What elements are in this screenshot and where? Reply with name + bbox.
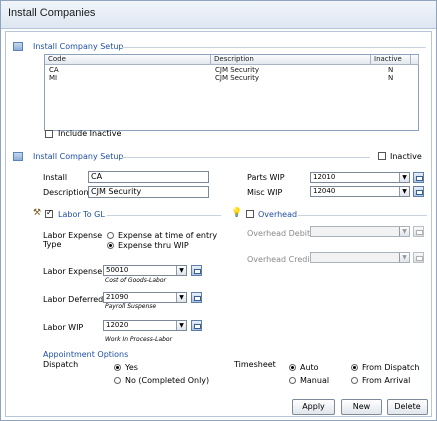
- inactive-checkbox[interactable]: [378, 152, 386, 160]
- overhead-title: Overhead: [258, 210, 298, 219]
- grid-cell-code[interactable]: CA: [49, 66, 59, 74]
- inactive-label: Inactive: [390, 152, 422, 161]
- labor-expense-type-label: Labor Expense: [43, 231, 103, 240]
- labor-to-gl-checkbox[interactable]: [45, 208, 53, 218]
- labor-wip-select[interactable]: 12020 ▼: [103, 320, 187, 331]
- labor-deferred-label: Labor Deferred: [43, 295, 104, 304]
- labor-expense-value: 50010: [106, 266, 129, 274]
- labor-to-gl-title: Labor To GL: [58, 210, 105, 219]
- overhead-debit-label: Overhead Debit: [247, 229, 311, 238]
- timesheet-from-arrival-label: From Arrival: [362, 376, 411, 385]
- dropdown-arrow-icon[interactable]: ▼: [399, 227, 409, 236]
- dropdown-arrow-icon[interactable]: ▼: [176, 293, 186, 302]
- install-label: Install: [43, 173, 68, 182]
- labor-expense-select[interactable]: 50010 ▼: [103, 265, 187, 276]
- labor-deferred-description: Payroll Suspense: [105, 303, 157, 310]
- labor-wip-value: 12020: [106, 321, 129, 329]
- labor-deferred-select[interactable]: 21090 ▼: [103, 292, 187, 303]
- lookup-icon[interactable]: [413, 186, 424, 197]
- labor-wip-description: Work In Process-Labor: [105, 336, 173, 343]
- column-header-code[interactable]: Code: [45, 55, 211, 65]
- dropdown-arrow-icon[interactable]: ▼: [399, 253, 409, 262]
- description-label: Description: [43, 188, 89, 197]
- include-inactive-label: Include Inactive: [58, 129, 122, 138]
- expense-thru-wip-radio[interactable]: [107, 242, 114, 249]
- lookup-icon[interactable]: [413, 252, 424, 263]
- overhead-divider: [298, 215, 427, 216]
- overhead-credit-select[interactable]: ▼: [310, 252, 410, 263]
- description-field[interactable]: CJM Security: [88, 186, 209, 198]
- grid-cell-inactive[interactable]: N: [388, 74, 393, 82]
- lookup-icon[interactable]: [191, 292, 202, 303]
- setup-section-divider: [122, 157, 370, 158]
- window-title: Install Companies: [8, 7, 96, 19]
- parts-wip-select[interactable]: 12010 ▼: [310, 172, 410, 183]
- lookup-icon[interactable]: [191, 265, 202, 276]
- install-companies-grid[interactable]: Code Description Inactive CA CJM Securit…: [44, 54, 419, 131]
- labor-expense-label: Labor Expense: [43, 267, 103, 276]
- grid-section-title: Install Company Setup: [33, 42, 124, 51]
- expense-thru-wip-label: Expense thru WIP: [118, 241, 189, 250]
- dropdown-arrow-icon[interactable]: ▼: [399, 173, 409, 182]
- dispatch-no-label: No (Completed Only): [125, 376, 210, 385]
- delete-button[interactable]: Delete: [387, 399, 428, 415]
- expense-at-entry-radio[interactable]: [107, 232, 114, 239]
- appointment-options-title: Appointment Options: [43, 350, 129, 359]
- column-header-description[interactable]: Description: [211, 55, 371, 65]
- dropdown-arrow-icon[interactable]: ▼: [176, 266, 186, 275]
- overhead-checkbox[interactable]: [246, 210, 254, 218]
- labor-expense-type-label-2: Type: [43, 240, 62, 249]
- timesheet-from-dispatch-label: From Dispatch: [362, 363, 420, 372]
- dispatch-label: Dispatch: [43, 360, 79, 369]
- grid-cell-description[interactable]: CJM Security: [215, 74, 259, 82]
- timesheet-manual-radio[interactable]: [289, 377, 296, 384]
- install-companies-window: Install Companies Install Company Setup …: [0, 0, 437, 421]
- grid-section-icon: [13, 42, 23, 51]
- labor-deferred-value: 21090: [106, 293, 129, 301]
- grid-section-divider: [122, 47, 426, 48]
- labor-expense-description: Cost of Goods-Labor: [105, 277, 166, 284]
- dispatch-no-radio[interactable]: [114, 377, 121, 384]
- grid-cell-code[interactable]: MI: [49, 74, 57, 82]
- setup-section-icon: [13, 152, 23, 161]
- misc-wip-select[interactable]: 12040 ▼: [310, 186, 410, 197]
- timesheet-label: Timesheet: [234, 360, 276, 369]
- new-button[interactable]: New: [341, 399, 382, 415]
- lookup-icon[interactable]: [413, 226, 424, 237]
- labor-wip-label: Labor WIP: [43, 323, 84, 332]
- timesheet-from-arrival-radio[interactable]: [351, 377, 358, 384]
- timesheet-auto-radio[interactable]: [289, 364, 296, 371]
- install-field[interactable]: CA: [88, 171, 209, 183]
- timesheet-manual-label: Manual: [300, 376, 330, 385]
- lookup-icon[interactable]: [413, 172, 424, 183]
- title-bar: Install Companies: [1, 1, 436, 29]
- setup-section-title: Install Company Setup: [33, 152, 124, 161]
- timesheet-from-dispatch-radio[interactable]: [351, 364, 358, 371]
- lightbulb-icon: 💡: [231, 208, 243, 218]
- apply-button[interactable]: Apply: [292, 399, 335, 415]
- overhead-debit-select[interactable]: ▼: [310, 226, 410, 237]
- column-header-inactive[interactable]: Inactive: [371, 55, 411, 65]
- dispatch-yes-label: Yes: [125, 363, 138, 372]
- grid-cell-inactive[interactable]: N: [388, 66, 393, 74]
- parts-wip-label: Parts WIP: [247, 173, 285, 182]
- grid-cell-description[interactable]: CJM Security: [215, 66, 259, 74]
- column-header-filler: [411, 55, 419, 65]
- misc-wip-value: 12040: [313, 187, 336, 195]
- lookup-icon[interactable]: [191, 320, 202, 331]
- parts-wip-value: 12010: [313, 173, 336, 181]
- form-body: Install Company Setup Code Description I…: [5, 31, 432, 417]
- timesheet-auto-label: Auto: [300, 363, 319, 372]
- labor-to-gl-divider: [107, 215, 221, 216]
- expense-at-entry-label: Expense at time of entry: [118, 231, 218, 240]
- dispatch-yes-radio[interactable]: [114, 364, 121, 371]
- hammer-icon: ⚒: [33, 208, 42, 218]
- overhead-credit-label: Overhead Credit: [247, 255, 313, 264]
- dropdown-arrow-icon[interactable]: ▼: [176, 321, 186, 330]
- include-inactive-checkbox[interactable]: [45, 130, 53, 138]
- misc-wip-label: Misc WIP: [247, 188, 283, 197]
- dropdown-arrow-icon[interactable]: ▼: [399, 187, 409, 196]
